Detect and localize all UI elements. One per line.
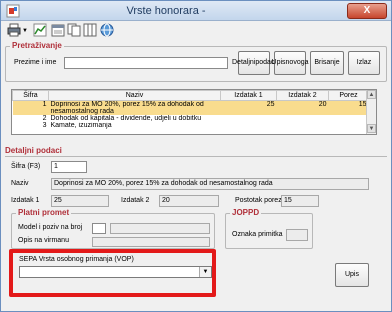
cell-porez (329, 115, 369, 122)
izdatak1-input[interactable]: 25 (51, 195, 109, 207)
column-header-porez[interactable]: Porez (328, 90, 369, 101)
column-header-izdatak1[interactable]: Izdatak 1 (220, 90, 277, 101)
globe-icon[interactable] (100, 23, 114, 37)
cell-naziv: Kamate, izuzimanja (50, 122, 112, 129)
izdatak2-label: Izdatak 2 (121, 197, 150, 204)
platni-promet-group: Platni promet Model i poziv na broj Opis… (11, 208, 215, 249)
sepa-vop-select[interactable]: ▼ (19, 266, 212, 278)
oznaka-input[interactable] (286, 229, 308, 241)
cell-izdatak1 (221, 122, 277, 129)
cell-naziv-line2: nesamostalnog rada (50, 108, 114, 115)
exit-button[interactable]: Izlaz (348, 51, 380, 75)
joppd-group: JOPPD Oznaka primitka (225, 208, 313, 249)
printer-icon[interactable] (7, 23, 21, 37)
opis-input[interactable] (92, 237, 210, 247)
naziv-input[interactable]: Doprinosi za MO 20%, porez 15% za dohoda… (51, 178, 369, 190)
cell-porez (329, 122, 369, 129)
column-header-sifra[interactable]: Šifra (12, 90, 49, 101)
details-divider (5, 156, 387, 157)
chevron-down-icon[interactable]: ▼ (199, 267, 211, 277)
model-code-box[interactable] (92, 223, 106, 234)
table-row[interactable]: 3 Kamate, izuzimanja (13, 122, 369, 129)
joppd-title: JOPPD (230, 208, 262, 217)
grid-scrollbar[interactable]: ▲ ▼ (366, 90, 376, 134)
cell-izdatak1: 25 (220, 100, 277, 115)
new-entry-button[interactable]: Upis novoga (271, 51, 309, 75)
app-window: Vrste honorara - X ▼ Pretraživanje Prezi… (0, 0, 392, 312)
cell-sifra: 3 (42, 122, 47, 129)
scroll-up-icon[interactable]: ▲ (367, 90, 376, 99)
cell-naziv: Dohodak od kapitala - dividende, udjeli … (50, 115, 202, 122)
details-button[interactable]: Detaljni podaci (232, 51, 276, 75)
search-group: Pretraživanje Prezime i ime Detaljni pod… (5, 41, 387, 82)
title-bar: Vrste honorara - X (1, 1, 391, 21)
oznaka-label: Oznaka primitka (232, 231, 283, 238)
search-input[interactable] (64, 57, 228, 69)
table-row[interactable]: 2 Dohodak od kapitala - dividende, udjel… (13, 115, 369, 122)
platni-promet-title: Platni promet (16, 208, 72, 217)
scroll-down-icon[interactable]: ▼ (367, 124, 376, 133)
cell-sifra: 1 (12, 100, 49, 115)
cell-izdatak2 (277, 122, 329, 129)
cell-porez: 15 (328, 100, 369, 115)
cell-izdatak2 (277, 115, 329, 122)
postotak-label: Postotak poreza (235, 197, 286, 204)
opis-label: Opis na virmanu (18, 237, 69, 244)
izdatak1-label: Izdatak 1 (11, 197, 40, 204)
model-label: Model i poziv na broj (18, 224, 83, 231)
grid-header-row: Šifra Naziv Izdatak 1 Izdatak 2 Porez (12, 90, 369, 101)
details-button-line1: Detaljni (232, 59, 256, 67)
toolbar: ▼ (3, 22, 389, 40)
copy-icon[interactable] (67, 23, 81, 37)
new-entry-button-line2: novoga (285, 59, 309, 67)
calendar-icon[interactable] (51, 23, 65, 37)
column-header-naziv[interactable]: Naziv (48, 90, 221, 101)
sifra-label: Šifra (F3) (11, 163, 41, 170)
sepa-label: SEPA Vrsta osobnog primanja (VOP) (19, 256, 134, 263)
naziv-label: Naziv (11, 180, 29, 187)
chevron-down-icon[interactable]: ▼ (22, 28, 28, 34)
delete-button[interactable]: Brisanje (310, 51, 344, 75)
table-row[interactable]: 1 Doprinosi za MO 20%, porez 15% za doho… (12, 100, 369, 115)
search-label: Prezime i ime (14, 59, 57, 66)
sifra-input[interactable]: 1 (51, 161, 87, 173)
izdatak2-input[interactable]: 20 (159, 195, 219, 207)
close-button[interactable]: X (347, 3, 387, 19)
cell-naziv-line1: Doprinosi za MO 20%, porez 15% za dohoda… (50, 101, 204, 108)
details-header: Detaljni podaci (5, 146, 62, 155)
cell-izdatak1 (221, 115, 277, 122)
chart-icon[interactable] (33, 23, 47, 37)
cell-naziv: Doprinosi za MO 20%, porez 15% za dohoda… (48, 100, 221, 115)
postotak-input[interactable]: 15 (281, 195, 319, 207)
save-button[interactable]: Upis (335, 263, 369, 287)
column-header-izdatak2[interactable]: Izdatak 2 (276, 90, 329, 101)
honorar-types-grid[interactable]: Šifra Naziv Izdatak 1 Izdatak 2 Porez 1 … (11, 89, 377, 135)
new-entry-button-line1: Upis (271, 59, 286, 67)
columns-icon[interactable] (83, 23, 97, 37)
cell-izdatak2: 20 (276, 100, 329, 115)
window-title: Vrste honorara - (126, 5, 206, 17)
search-group-title: Pretraživanje (10, 41, 64, 50)
cell-sifra: 2 (42, 115, 47, 122)
model-poziv-input[interactable] (110, 223, 210, 234)
